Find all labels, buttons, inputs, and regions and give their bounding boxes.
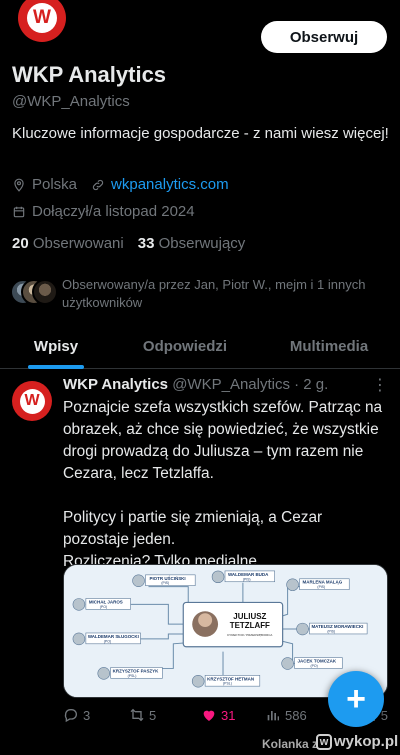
svg-text:MICHAŁ JAROS: MICHAŁ JAROS bbox=[89, 599, 123, 604]
like-count: 31 bbox=[221, 707, 236, 723]
followers-label: Obserwujący bbox=[158, 235, 246, 252]
profile-meta: Polska wkpanalytics.com bbox=[12, 176, 229, 193]
svg-text:TETZLAFF: TETZLAFF bbox=[230, 621, 270, 630]
compose-button[interactable]: + bbox=[328, 671, 384, 727]
followed-by-text[interactable]: Obserwowany/a przez Jan, Piotr W., mejm … bbox=[62, 276, 392, 312]
reply-icon bbox=[64, 709, 77, 723]
profile-joined-row: Dołączył/a listopad 2024 bbox=[12, 203, 195, 220]
svg-text:(PO): (PO) bbox=[104, 639, 111, 643]
followers-link[interactable]: 33 Obserwujący bbox=[138, 235, 246, 252]
profile-name: WKP Analytics bbox=[12, 62, 167, 87]
following-label: Obserwowani bbox=[32, 235, 124, 252]
retweet-icon bbox=[130, 708, 144, 722]
tweet-text: Poznajcie szefa wszystkich szefów. Patrz… bbox=[63, 399, 383, 570]
profile-bio: Kluczowe informacje gospodarcze - z nami… bbox=[12, 125, 389, 142]
tweet-author-avatar[interactable]: W bbox=[12, 381, 52, 421]
profile-avatar[interactable]: W bbox=[14, 0, 70, 50]
svg-text:JULIUSZ: JULIUSZ bbox=[233, 612, 266, 621]
tab-media[interactable]: Multimedia bbox=[258, 325, 400, 368]
reply-count: 3 bbox=[83, 707, 91, 723]
tweet-author-name[interactable]: WKP Analytics bbox=[63, 376, 168, 393]
retweet-count: 5 bbox=[149, 707, 157, 723]
tweet-avatar-letter: W bbox=[19, 388, 45, 414]
svg-text:WALDEMAR SŁUGOCKI: WALDEMAR SŁUGOCKI bbox=[88, 634, 139, 639]
more-options-icon[interactable]: ⋮ bbox=[372, 378, 388, 394]
location-icon bbox=[14, 178, 24, 192]
reply-button[interactable]: 3 bbox=[63, 707, 129, 723]
like-button[interactable]: 31 bbox=[201, 707, 265, 723]
views-icon bbox=[267, 711, 279, 721]
heart-icon bbox=[203, 710, 215, 721]
svg-text:(PO): (PO) bbox=[100, 605, 107, 609]
svg-text:MARLENA MALĄG: MARLENA MALĄG bbox=[303, 580, 343, 585]
profile-website-link[interactable]: wkpanalytics.com bbox=[111, 176, 229, 193]
profile-stats: 20 Obserwowani 33 Obserwujący bbox=[12, 235, 245, 252]
profile-location: Polska bbox=[32, 176, 78, 193]
svg-text:JACEK TOMCZAK: JACEK TOMCZAK bbox=[298, 659, 337, 664]
svg-text:DYREKTOR / PRZEDSIĘBIORCA: DYREKTOR / PRZEDSIĘBIORCA bbox=[227, 633, 272, 637]
svg-text:(PiS): (PiS) bbox=[243, 577, 251, 581]
views-count: 586 bbox=[285, 707, 307, 723]
retweet-button[interactable]: 5 bbox=[129, 707, 201, 723]
watermark-author: Kolanka z bbox=[262, 737, 318, 751]
wykop-icon: w bbox=[316, 733, 332, 750]
profile-handle: @WKP_Analytics bbox=[12, 93, 130, 110]
svg-text:(PSL): (PSL) bbox=[223, 682, 232, 686]
avatar-letter: W bbox=[27, 3, 57, 33]
watermark-author-name: Kolanka bbox=[262, 737, 309, 751]
wykop-logo: w wykop.pl bbox=[316, 733, 398, 750]
svg-text:(PO): (PO) bbox=[310, 664, 317, 668]
svg-text:(PSL): (PSL) bbox=[128, 674, 137, 678]
follower-avatar bbox=[32, 279, 58, 305]
follow-button[interactable]: Obserwuj bbox=[261, 21, 387, 53]
svg-text:KRZYSZTOF PASZYK: KRZYSZTOF PASZYK bbox=[113, 668, 159, 673]
tweet-header: WKP Analytics @WKP_Analytics · 2 g. bbox=[63, 376, 328, 393]
following-link[interactable]: 20 Obserwowani bbox=[12, 235, 124, 252]
svg-text:KRZYSZTOF HETMAN: KRZYSZTOF HETMAN bbox=[207, 676, 254, 681]
svg-text:MATEUSZ MORAWIECKI: MATEUSZ MORAWIECKI bbox=[311, 624, 363, 629]
followed-by-avatars[interactable] bbox=[10, 279, 58, 307]
tab-posts[interactable]: Wpisy bbox=[0, 325, 112, 369]
followers-count: 33 bbox=[137, 235, 155, 252]
svg-text:PIOTR UŚCIŃSKI: PIOTR UŚCIŃSKI bbox=[149, 574, 185, 581]
tweet-handle-time: @WKP_Analytics · 2 g. bbox=[172, 376, 329, 393]
svg-text:(PiS): (PiS) bbox=[327, 629, 335, 633]
profile-joined: Dołączył/a listopad 2024 bbox=[32, 203, 195, 220]
following-count: 20 bbox=[12, 235, 29, 252]
tab-replies[interactable]: Odpowiedzi bbox=[112, 325, 258, 368]
calendar-icon bbox=[13, 206, 25, 217]
views-button[interactable]: 586 bbox=[265, 707, 335, 723]
svg-text:WALDEMAR BUDA: WALDEMAR BUDA bbox=[228, 572, 269, 577]
svg-text:(PiS): (PiS) bbox=[317, 585, 325, 589]
link-icon bbox=[92, 179, 104, 190]
wykop-brand: wykop.pl bbox=[334, 733, 399, 750]
plus-icon: + bbox=[346, 680, 366, 718]
svg-text:(PiS): (PiS) bbox=[161, 581, 169, 585]
profile-tabs: Wpisy Odpowiedzi Multimedia bbox=[0, 325, 400, 369]
